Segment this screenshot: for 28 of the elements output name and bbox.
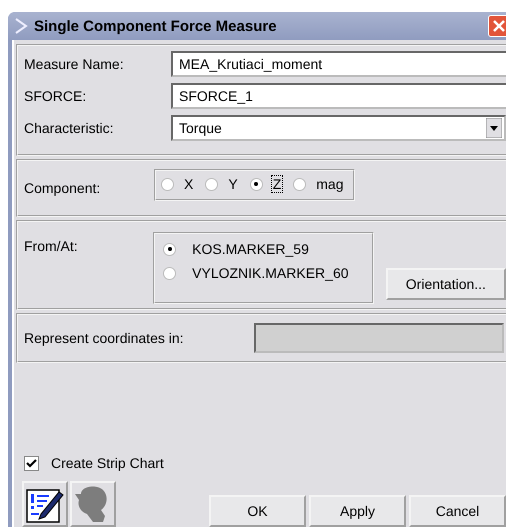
chevron-icon <box>14 18 28 34</box>
dropdown-arrow-icon <box>486 118 502 138</box>
close-button[interactable] <box>488 15 506 37</box>
silhouette-button[interactable] <box>70 481 116 527</box>
field-label: Measure Name: <box>24 56 125 72</box>
orientation-button[interactable]: Orientation... <box>386 268 506 300</box>
close-icon <box>491 18 506 34</box>
radio-option[interactable]: Z <box>250 175 284 193</box>
component-label: Component: <box>24 180 102 196</box>
field-label: SFORCE: <box>24 88 88 104</box>
radio-option[interactable]: KOS.MARKER_59 <box>163 240 372 258</box>
dialog-button[interactable]: OK <box>209 495 306 527</box>
radio-option[interactable]: VYLOZNIK.MARKER_60 <box>163 264 372 282</box>
checkbox[interactable] <box>24 456 39 470</box>
dialog-button[interactable]: Apply <box>309 495 406 527</box>
from-at-label: From/At: <box>24 238 79 256</box>
dialog-button[interactable]: Cancel <box>409 495 506 527</box>
input-field[interactable]: MEA_Krutiaci_moment <box>171 51 506 77</box>
radio-option[interactable]: X <box>161 175 196 193</box>
window-title: Single Component Force Measure <box>34 18 278 34</box>
strip-chart-checkbox[interactable]: Create Strip Chart <box>16 455 506 471</box>
field-label: Characteristic: <box>24 120 114 136</box>
notepad-pen-button[interactable] <box>22 481 68 527</box>
input-field[interactable]: SFORCE_1 <box>171 83 506 109</box>
radio-option[interactable]: Y <box>205 175 240 193</box>
radio-option[interactable]: mag <box>293 175 346 193</box>
dropdown[interactable]: Torque <box>171 115 506 141</box>
represent-label: Represent coordinates in: <box>24 330 185 346</box>
